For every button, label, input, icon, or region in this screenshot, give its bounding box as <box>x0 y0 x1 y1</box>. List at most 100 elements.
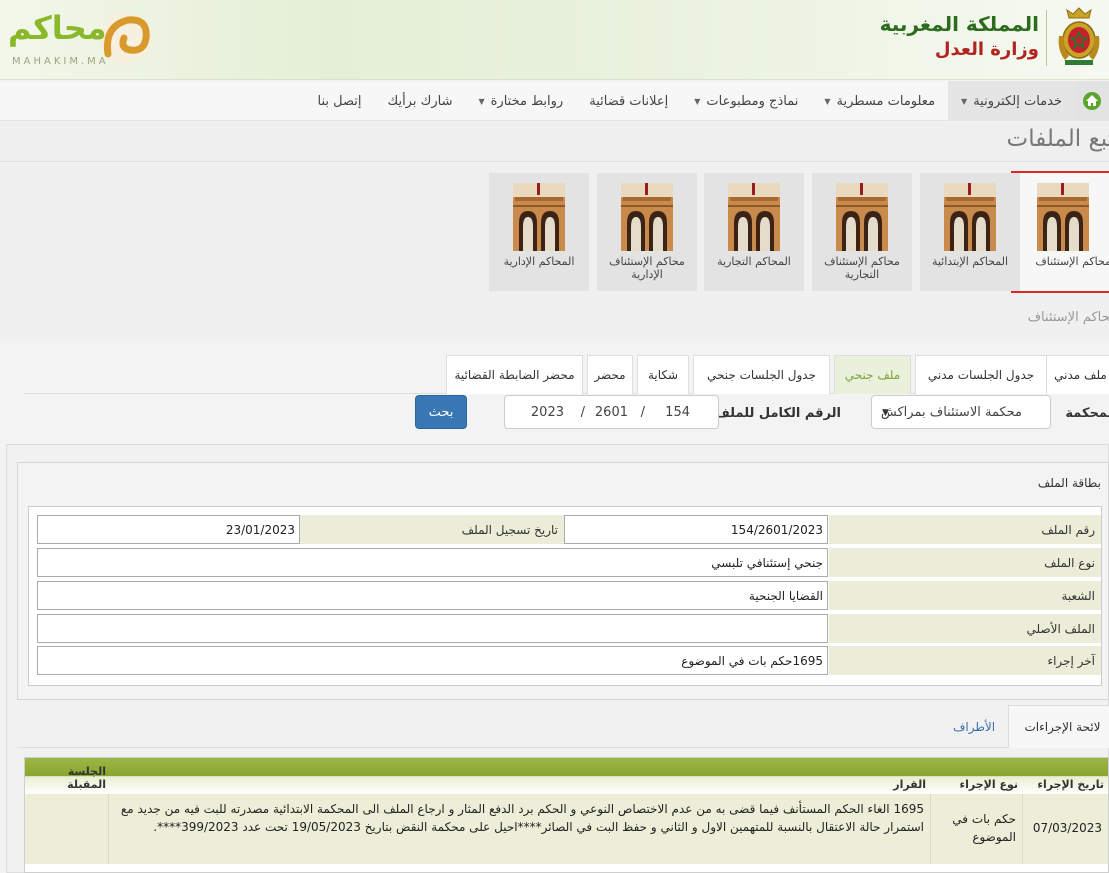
nav-selected-links[interactable]: روابط مختارة ▼ <box>465 81 576 121</box>
moroccan-crest-icon <box>1058 7 1100 65</box>
col-header-type: نوع الإجراء <box>930 758 1022 794</box>
caret-down-icon: ▼ <box>961 96 968 106</box>
tab-label: محضر الضابطة القضائية <box>454 368 575 382</box>
tabs-divider <box>17 747 1009 748</box>
tab-civil-file[interactable]: ملف مدني <box>1044 355 1109 394</box>
nav-procedural-info-label: معلومات مسطرية <box>836 93 936 109</box>
action-type: حكم بات في الموضوع <box>952 812 1016 844</box>
kingdom-title: المملكة المغربية <box>879 12 1039 36</box>
tab-criminal-sessions[interactable]: جدول الجلسات جنحي <box>693 355 830 394</box>
site-header: المملكة المغربية وزارة العدل محاكم MAHAK… <box>0 0 1109 80</box>
nav-judicial-announcements[interactable]: إعلانات قضائية <box>576 81 681 121</box>
cell-decision: 1695 الغاء الحكم المستأنف فيما قضى به من… <box>108 794 930 864</box>
original-file-value <box>37 614 828 643</box>
logo-latin-text[interactable]: MAHAKIM.MA <box>12 56 109 67</box>
court-tile-commercial-appeal[interactable]: محاكم الإستئناف التجارية <box>812 173 912 291</box>
file-number-value: 154/2601/2023 <box>564 515 828 544</box>
nav-share-opinion-label: شارك برأيك <box>387 93 453 109</box>
nav-selected-links-label: روابط مختارة <box>490 93 564 109</box>
tab-criminal-file[interactable]: ملف جنحي <box>834 355 911 394</box>
col-header-next-session-text: الجلسة المقبلة <box>67 765 106 791</box>
court-tile-administrative-appeal[interactable]: محاكم الإستئناف الإدارية <box>597 173 697 291</box>
col-header-type-text: نوع الإجراء <box>959 778 1019 791</box>
file-year-field[interactable]: 2023 <box>531 405 564 420</box>
nav-forms-label: نماذج ومطبوعات <box>706 93 799 109</box>
file-type-tabs: ملف مدني جدول الجلسات مدني ملف جنحي جدول… <box>24 355 1109 394</box>
court-tile-label: محاكم الإستئناف الإدارية <box>609 255 685 281</box>
tab-label: شكاية <box>647 368 679 382</box>
nav-home[interactable] <box>1075 81 1109 121</box>
col-header-decision-text: القرار <box>893 778 926 791</box>
court-select[interactable]: محكمة الاستئناف بمراكش ▼ <box>871 395 1051 429</box>
col-header-decision: القرار <box>108 758 930 794</box>
file-number-input[interactable]: 154 / 2601 / 2023 <box>504 395 719 429</box>
court-tile-label: محاكم الإستئناف <box>1035 255 1109 268</box>
page-title: تتبع الملفات <box>1006 126 1109 152</box>
nav-contact-label: إتصل بنا <box>317 93 362 109</box>
registration-date-value: 23/01/2023 <box>37 515 300 544</box>
col-header-next-session: الجلسة المقبلة <box>25 758 108 794</box>
court-gate-icon <box>944 183 996 251</box>
last-action-label: آخر إجراء <box>829 646 1101 675</box>
court-tile-administrative[interactable]: المحاكم الإدارية <box>489 173 589 291</box>
nav-share-opinion[interactable]: شارك برأيك <box>375 81 466 121</box>
court-gate-icon <box>513 183 565 251</box>
tab-complaint[interactable]: شكاية <box>637 355 689 394</box>
registration-date-label: تاريخ تسجيل الملف <box>300 515 564 544</box>
court-tile-commercial[interactable]: المحاكم التجارية <box>704 173 804 291</box>
tab-label: محضر <box>594 368 626 382</box>
nav-e-services-label: خدمات إلكترونية <box>973 93 1062 109</box>
court-tile-first-instance[interactable]: المحاكم الإبتدائية <box>920 173 1020 291</box>
nav-procedural-info[interactable]: معلومات مسطرية ▼ <box>811 81 948 121</box>
separator: / <box>640 405 645 420</box>
last-action-value: 1695حكم بات في الموضوع <box>37 646 828 675</box>
search-button[interactable]: بحث <box>415 395 467 429</box>
main-nav: خدمات إلكترونية ▼ معلومات مسطرية ▼ نماذج… <box>0 81 1109 121</box>
court-gate-icon <box>836 183 888 251</box>
header-divider <box>1046 10 1047 66</box>
separator: / <box>580 405 585 420</box>
tab-parties[interactable]: الأطراف <box>944 705 1004 748</box>
court-tile-label: المحاكم التجارية <box>717 255 791 268</box>
court-tile-label: محاكم الإستئناف التجارية <box>824 255 900 281</box>
col-header-date: تاريخ الإجراء <box>1022 758 1108 794</box>
nav-contact[interactable]: إتصل بنا <box>305 81 375 121</box>
tab-report[interactable]: محضر <box>587 355 633 394</box>
court-gate-icon <box>728 183 780 251</box>
dropdown-arrow-icon: ▼ <box>882 408 889 418</box>
logo-arabic-text[interactable]: محاكم <box>8 12 107 44</box>
page-title-bar: تتبع الملفات <box>0 122 1109 162</box>
col-header-date-text: تاريخ الإجراء <box>1037 778 1104 791</box>
court-label: المحكمة <box>1065 406 1109 421</box>
tab-civil-sessions[interactable]: جدول الجلسات مدني <box>915 355 1047 394</box>
file-number-label: رقم الملف <box>829 515 1101 544</box>
tab-label: جدول الجلسات جنحي <box>707 368 817 382</box>
tab-police-report[interactable]: محضر الضابطة القضائية <box>446 355 583 394</box>
tab-actions-list[interactable]: لائحة الإجراءات <box>1008 705 1109 748</box>
nav-e-services[interactable]: خدمات إلكترونية ▼ <box>948 81 1075 121</box>
action-date: 07/03/2023 <box>1032 821 1102 835</box>
caret-down-icon: ▼ <box>824 96 831 106</box>
search-form: المحكمة محكمة الاستئناف بمراكش ▼ الرقم ا… <box>0 395 1109 435</box>
tab-label: ملف جنحي <box>844 368 901 382</box>
file-code-field[interactable]: 2601 <box>595 405 628 420</box>
court-tile-label: المحاكم الإبتدائية <box>931 255 1009 268</box>
actions-table: تاريخ الإجراء نوع الإجراء القرار الجلسة … <box>24 757 1109 873</box>
file-type-value: جنحي إستئنافي تلبسي <box>37 548 828 577</box>
cell-type: حكم بات في الموضوع <box>930 794 1022 864</box>
section-subtitle: محاكم الإستئناف <box>1027 310 1109 325</box>
court-tile-appeal[interactable]: محاكم الإستئناف <box>1011 171 1109 293</box>
court-gate-icon <box>1037 183 1089 251</box>
caret-down-icon: ▼ <box>694 96 701 106</box>
division-value: القضايا الجنحية <box>37 581 828 610</box>
file-card-title: بطاقة الملف <box>1037 476 1101 490</box>
nav-forms[interactable]: نماذج ومطبوعات ▼ <box>681 81 811 121</box>
court-tile-label: المحاكم الإدارية <box>503 255 575 268</box>
original-file-label: الملف الأصلي <box>829 614 1101 643</box>
tab-label: ملف مدني <box>1054 368 1107 382</box>
file-number-field[interactable]: 154 <box>665 405 690 420</box>
court-type-selector: محاكم الإستئناف المحاكم الإبتدائية محاكم… <box>0 163 1109 343</box>
cell-next-session <box>25 794 108 864</box>
ministry-title: وزارة العدل <box>934 39 1039 60</box>
court-select-value: محكمة الاستئناف بمراكش <box>880 404 1022 420</box>
